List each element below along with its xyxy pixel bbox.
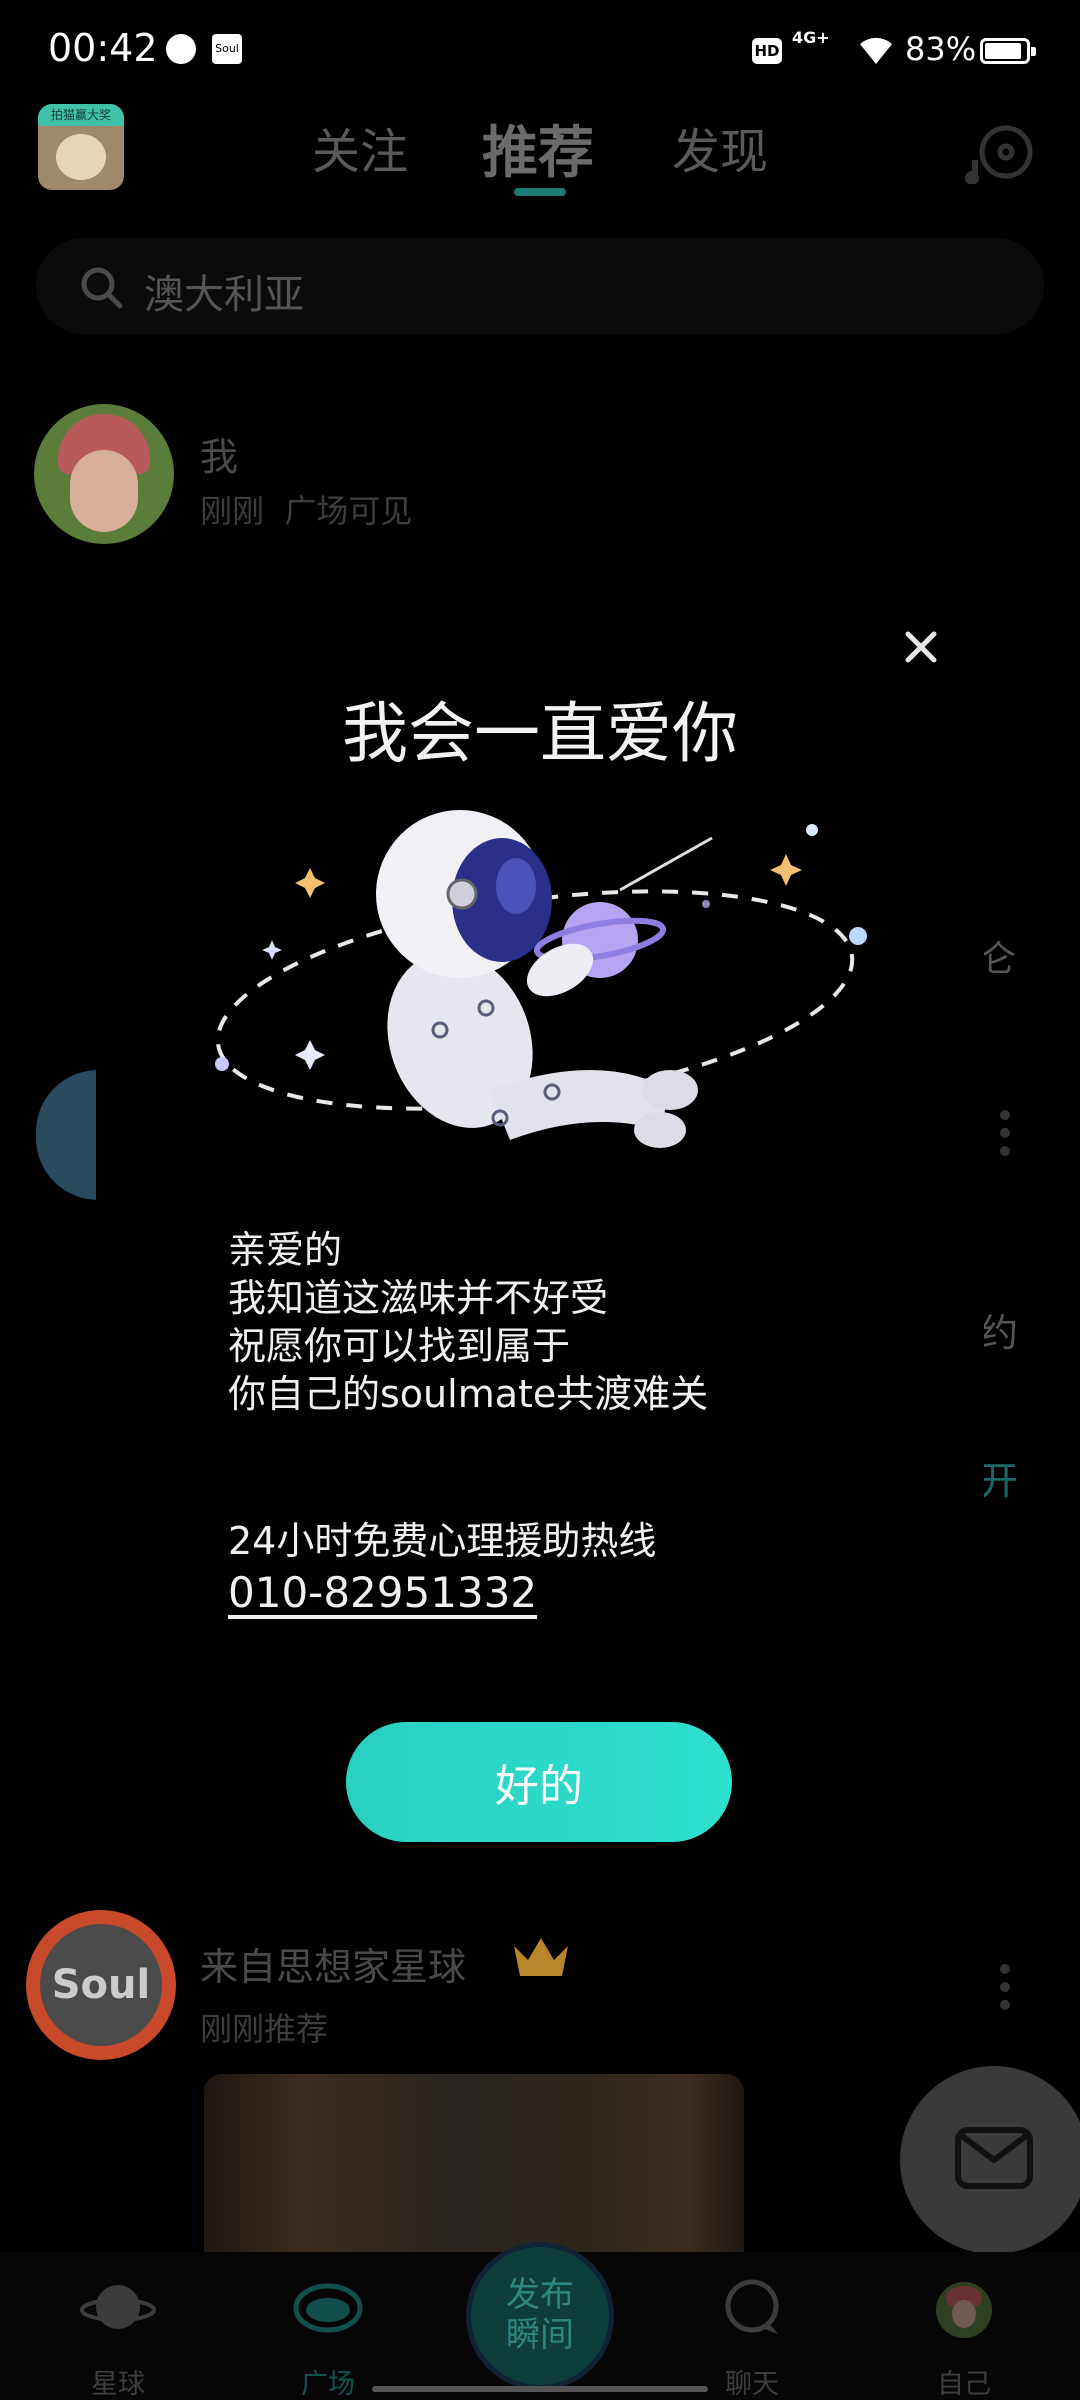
more-options-icon[interactable]	[1000, 1110, 1012, 1164]
post-author-name[interactable]: 来自思想家星球	[200, 1936, 466, 1991]
network-icon: 4G+	[792, 28, 830, 47]
post-time: 刚刚	[200, 492, 265, 530]
post-avatar[interactable]	[34, 404, 174, 544]
hotline-number-link[interactable]: 010-82951332	[228, 1568, 537, 1617]
wifi-icon	[860, 37, 892, 64]
close-icon[interactable]	[886, 612, 956, 682]
mail-button[interactable]	[900, 2066, 1080, 2254]
side-avatar[interactable]	[36, 1070, 98, 1200]
modal-message: 亲爱的 我知道这滋味并不好受 祝愿你可以找到属于 你自己的soulmate共渡难…	[228, 1226, 708, 1418]
post-image[interactable]	[204, 2074, 744, 2254]
soul-notification-icon: Soul	[212, 34, 242, 64]
post-avatar-soul[interactable]: Soul	[26, 1910, 176, 2060]
soul-logo: Soul	[40, 1924, 162, 2046]
message-line: 亲爱的	[228, 1228, 343, 1272]
home-indicator[interactable]	[372, 2386, 708, 2392]
battery-text: 83%	[905, 30, 977, 68]
astronaut-illustration	[215, 810, 867, 1148]
search-bar[interactable]: 澳大利亚	[36, 238, 1044, 334]
post-meta: 刚刚推荐	[200, 2010, 329, 2048]
chat-bubble-icon	[725, 2279, 779, 2334]
crown-icon	[514, 1938, 568, 1976]
side-fragment: 开	[980, 1459, 1019, 1503]
planet-icon	[80, 2285, 156, 2329]
mail-icon	[955, 2127, 1033, 2189]
avatar	[936, 2282, 992, 2338]
globe-icon	[166, 34, 196, 64]
tab-recommend[interactable]: 推荐	[482, 108, 594, 189]
search-icon	[81, 267, 123, 309]
message-line: 我知道这滋味并不好受	[228, 1276, 609, 1320]
search-placeholder: 澳大利亚	[144, 272, 304, 318]
side-fragment: 仑	[980, 939, 1017, 980]
message-line: 你自己的soulmate共渡难关	[228, 1372, 709, 1416]
ok-button[interactable]: 好的	[346, 1722, 732, 1842]
status-bar: 00:42 Soul HD 4G+ 83%	[0, 0, 1080, 100]
status-time: 00:42	[48, 26, 158, 70]
post-author-name[interactable]: 我	[200, 426, 238, 481]
battery-icon	[980, 38, 1036, 64]
more-options-icon[interactable]	[1000, 1964, 1012, 2018]
side-fragment: 约	[980, 1311, 1019, 1355]
nav-label: 广场	[301, 2369, 355, 2400]
post-meta: 刚刚 广场可见	[200, 486, 412, 532]
tab-discover[interactable]: 发现	[672, 112, 768, 182]
hotline-label: 24小时免费心理援助热线	[228, 1519, 657, 1563]
post-visibility: 广场可见	[284, 492, 413, 530]
nav-label: 聊天	[725, 2369, 779, 2400]
tab-follow[interactable]: 关注	[312, 112, 408, 182]
publish-label: 发布瞬间	[506, 2275, 574, 2355]
message-line: 祝愿你可以找到属于	[228, 1324, 571, 1368]
hd-icon: HD	[752, 38, 782, 64]
eye-icon	[293, 2283, 363, 2333]
modal-title: 我会一直爱你	[342, 695, 738, 772]
nav-label: 星球	[91, 2369, 145, 2400]
publish-button[interactable]: 发布瞬间	[466, 2242, 614, 2390]
music-icon[interactable]	[962, 120, 1036, 184]
tab-indicator	[514, 188, 566, 196]
nav-label: 自己	[937, 2369, 991, 2400]
